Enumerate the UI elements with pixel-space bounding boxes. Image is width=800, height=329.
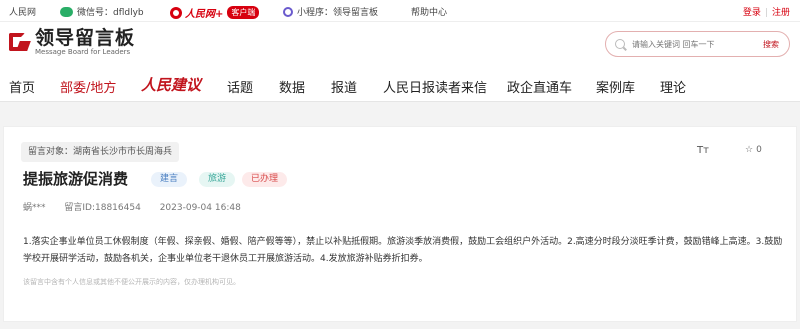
help-center-link[interactable]: 帮助中心 — [411, 5, 447, 18]
nav-item-people-suggestions[interactable]: 人民建议 — [141, 74, 201, 95]
help-label[interactable]: 帮助中心 — [411, 5, 447, 18]
login-link[interactable]: 登录 — [743, 8, 761, 18]
message-target: 留言对象：湖南省长沙市市长周海兵 — [21, 142, 180, 162]
nav-item-gov-enterprise[interactable]: 政企直通车 — [507, 77, 572, 96]
nav-item-case-library[interactable]: 案例库 — [596, 77, 635, 96]
message-id: 留言ID:18816454 — [64, 203, 141, 213]
favorite-button[interactable]: ☆ 0 — [745, 145, 762, 155]
logo-icon — [9, 31, 31, 53]
rmw-logo: 人民网+ — [170, 5, 223, 20]
auth-links: 登录 | 注册 — [743, 5, 790, 18]
message-card: 留言对象：湖南省长沙市市长周海兵 Tт ☆ 0 提振旅游促消费 建言 旅游 已办… — [3, 126, 797, 322]
logo-subtitle: Message Board for Leaders — [35, 48, 131, 56]
message-body: 1.落实企事业单位员工休假制度（年假、探亲假、婚假、陪产假等等），禁止以补贴抵假… — [23, 237, 783, 264]
nav-item-home[interactable]: 首页 — [9, 77, 35, 96]
wechat-account[interactable]: 微信号：dfldlyb — [60, 5, 144, 18]
search-box: 搜索 — [605, 31, 790, 57]
top-bar: 人民网 微信号：dfldlyb 人民网+ 客户端 小程序：领导留言板 帮助中心 … — [0, 0, 800, 22]
nav-item-data[interactable]: 数据 — [279, 77, 305, 96]
status-badge: 已办理 — [242, 172, 288, 187]
message-title: 提振旅游促消费 — [23, 170, 129, 188]
search-input[interactable] — [632, 37, 747, 52]
mini-program-icon — [283, 6, 293, 17]
star-icon: ☆ — [745, 145, 754, 155]
logo-title: 领导留言板 — [35, 27, 136, 49]
wechat-icon — [60, 6, 73, 17]
search-button[interactable]: 搜索 — [763, 39, 779, 50]
nav-item-theory[interactable]: 理论 — [660, 77, 686, 96]
search-icon — [615, 39, 625, 49]
message-time: 2023-09-04 16:48 — [159, 203, 241, 213]
rmw-brand-text: 人民网+ — [185, 9, 224, 20]
site-label[interactable]: 人民网 — [9, 5, 36, 18]
header: 领导留言板 Message Board for Leaders 搜索 — [0, 22, 800, 68]
nav-item-ministries-local[interactable]: 部委/地方 — [60, 77, 116, 96]
rmw-icon — [170, 6, 182, 19]
mini-program[interactable]: 小程序：领导留言板 — [283, 5, 378, 18]
nav-item-reports[interactable]: 报道 — [331, 77, 357, 96]
privacy-note: 该留言中含有个人信息或其他不便公开展示的内容，仅办理机构可见。 — [23, 278, 240, 286]
site-link[interactable]: 人民网 — [9, 5, 36, 18]
tag-tourism: 旅游 — [199, 172, 236, 187]
mini-program-label: 小程序：领导留言板 — [297, 8, 379, 18]
nav-item-topics[interactable]: 话题 — [227, 77, 253, 96]
message-meta: 蜗*** 留言ID:18816454 2023-09-04 16:48 — [23, 200, 257, 213]
favorite-count: 0 — [756, 145, 762, 155]
register-link[interactable]: 注册 — [772, 8, 790, 18]
separator: | — [764, 8, 768, 18]
font-size-toggle[interactable]: Tт — [697, 145, 709, 156]
wechat-label: 微信号：dfldlyb — [77, 8, 144, 18]
client-badge: 客户端 — [227, 6, 260, 19]
tag-suggestion: 建言 — [151, 172, 188, 187]
rmw-client-link[interactable]: 人民网+ 客户端 — [170, 5, 260, 20]
site-logo[interactable]: 领导留言板 Message Board for Leaders — [9, 28, 135, 56]
main-nav: 首页 部委/地方 人民建议 话题 数据 报道 人民日报读者来信 政企直通车 案例… — [0, 68, 800, 102]
nav-item-reader-letters[interactable]: 人民日报读者来信 — [383, 77, 487, 96]
author-name: 蜗*** — [23, 203, 46, 213]
